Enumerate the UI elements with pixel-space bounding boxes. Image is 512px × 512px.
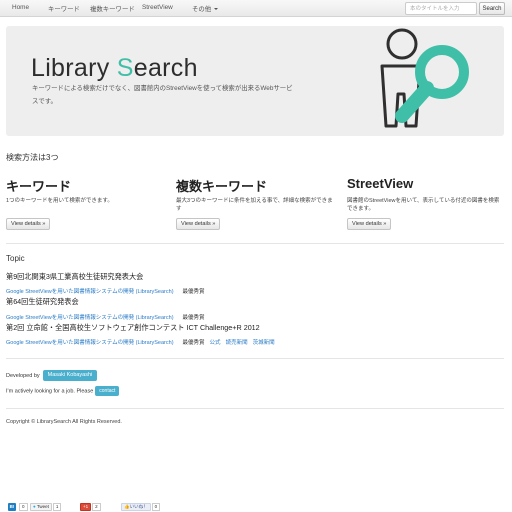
facebook-like-label: いいね！	[129, 503, 148, 509]
nav-other-dropdown[interactable]: その他	[192, 4, 219, 13]
keyword-description: 1つのキーワードを用いて検索ができます。	[6, 198, 113, 204]
search-input[interactable]	[405, 2, 477, 15]
tweet-button[interactable]: ● Tweet	[30, 502, 52, 511]
developed-by-label: Developed by	[6, 372, 40, 379]
facebook-like-widget: 👍いいね！ 0	[121, 502, 161, 511]
topic-heading: Topic	[6, 254, 25, 263]
nav-streetview[interactable]: StreetView	[142, 4, 173, 11]
tweet-label: Tweet	[36, 503, 49, 509]
event-title: 第2回 立命館・全国高校生ソフトウェア創作コンテスト ICT Challenge…	[6, 323, 260, 332]
hero-title-accent: S	[116, 54, 134, 82]
facebook-like-count: 0	[151, 502, 161, 511]
copyright: Copyright © LibrarySearch All Rights Res…	[6, 419, 122, 425]
developer-name-button[interactable]: Masaki Kobayashi	[42, 370, 98, 381]
project-link[interactable]: Google StreetViewを用いた図書情報システムの開発 (Librar…	[6, 340, 174, 346]
event-title: 第9回北関東3県工業高校生徒研究発表大会	[6, 272, 144, 281]
project-link[interactable]: Google StreetViewを用いた図書情報システムの開発 (Librar…	[6, 315, 174, 321]
hatena-count: 0	[19, 502, 28, 511]
streetview-description: 図書館のStreetViewを用いて、表示している付近の図書を検索できます。	[347, 198, 500, 212]
keyword-view-details-button[interactable]: View details »	[6, 218, 51, 230]
award-label: 最優秀賞	[182, 315, 205, 321]
hero-title-main: Library	[31, 54, 117, 82]
hero-title: Library Search	[31, 54, 198, 83]
job-row: I'm actively looking for a job. Please co…	[6, 386, 120, 396]
gplus-widget: +1 2	[80, 502, 101, 511]
google-plus-one-button[interactable]: +1	[80, 502, 92, 511]
hero-title-rest: earch	[133, 54, 198, 82]
streetview-title: StreetView	[347, 176, 414, 191]
nav-multi-keyword[interactable]: 複数キーワード	[90, 4, 135, 13]
library-search-logo-icon	[380, 28, 469, 128]
hero-description: キーワードによる検索だけでなく、図書館内のStreetViewを使って検索が出来…	[32, 85, 293, 105]
navbar: Home キーワード 複数キーワード StreetView その他 Search	[0, 0, 512, 17]
tweet-count: 1	[52, 502, 62, 511]
hatena-bookmark-icon[interactable]: B!	[8, 502, 16, 511]
multi-keyword-description: 最大3つのキーワードに条件を加える事で、詳細な検索ができます	[176, 198, 333, 212]
nav-keyword[interactable]: キーワード	[48, 4, 80, 13]
official-link[interactable]: 公式	[210, 340, 221, 346]
hero-unit: Library Search キーワードによる検索だけでなく、図書館内のStre…	[6, 26, 504, 136]
twitter-bird-icon: ●	[33, 503, 36, 509]
award-label: 最優秀賞	[182, 340, 205, 346]
search-button[interactable]: Search	[479, 2, 505, 15]
award-label: 最優秀賞	[182, 289, 205, 295]
contact-button[interactable]: contact	[95, 386, 120, 396]
divider	[6, 358, 504, 359]
multi-keyword-view-details-button[interactable]: View details »	[176, 218, 221, 230]
event-line: Google StreetViewを用いた図書情報システムの開発 (Librar…	[6, 287, 205, 295]
divider	[6, 408, 504, 409]
yomiuri-link[interactable]: 読売新聞	[226, 340, 248, 346]
job-text: I'm actively looking for a job. Please	[6, 388, 94, 395]
divider	[6, 243, 504, 244]
event-line: Google StreetViewを用いた図書情報システムの開発 (Librar…	[6, 338, 275, 346]
facebook-like-button[interactable]: 👍いいね！	[121, 502, 151, 511]
tweet-widget: ● Tweet 1	[30, 502, 62, 511]
keyword-title: キーワード	[6, 179, 72, 194]
hatena-bookmark-widget: B! 0	[8, 502, 28, 511]
gplus-count: 2	[92, 502, 101, 511]
nav-home[interactable]: Home	[12, 4, 29, 11]
search-methods-heading: 検索方法は3つ	[6, 153, 59, 162]
event-title: 第64回生徒研究発表会	[6, 297, 79, 306]
streetview-view-details-button[interactable]: View details »	[347, 218, 392, 230]
project-link[interactable]: Google StreetViewを用いた図書情報システムの開発 (Librar…	[6, 289, 174, 295]
developer-row: Developed by Masaki Kobayashi	[6, 370, 98, 381]
ibaraki-link[interactable]: 茨城新聞	[253, 340, 275, 346]
nav-other-label: その他	[192, 6, 212, 13]
chevron-down-icon	[214, 8, 219, 10]
event-line: Google StreetViewを用いた図書情報システムの開発 (Librar…	[6, 313, 205, 321]
multi-keyword-title: 複数キーワード	[176, 179, 268, 194]
